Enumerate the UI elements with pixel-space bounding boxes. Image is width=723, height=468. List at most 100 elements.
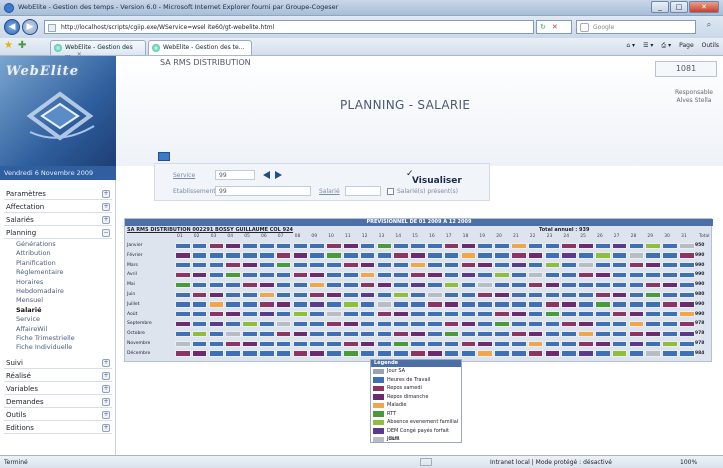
day-cell[interactable] [343, 320, 359, 328]
day-cell[interactable] [427, 252, 443, 259]
minimize-button[interactable]: _ [651, 1, 669, 13]
present-checkbox[interactable] [387, 188, 394, 195]
submenu-item[interactable]: Réglementaire [4, 268, 112, 277]
day-cell[interactable] [275, 311, 292, 318]
day-cell[interactable] [494, 350, 510, 357]
salarie-label[interactable]: Salarié [319, 188, 340, 195]
day-cell[interactable] [611, 252, 628, 259]
day-cell[interactable] [645, 301, 661, 308]
day-cell[interactable] [511, 350, 527, 357]
expand-toggle-icon[interactable]: + [102, 397, 110, 406]
day-cell[interactable] [527, 311, 544, 318]
day-cell[interactable] [242, 281, 258, 289]
day-cell[interactable] [326, 271, 342, 279]
day-cell[interactable] [645, 311, 661, 318]
day-cell[interactable] [460, 271, 477, 279]
zoom-level[interactable]: 100% [680, 459, 697, 466]
day-cell[interactable] [494, 271, 510, 279]
day-cell[interactable] [527, 271, 544, 279]
day-cell[interactable] [208, 350, 225, 357]
day-cell[interactable] [326, 340, 342, 347]
day-cell[interactable] [628, 242, 645, 249]
day-cell[interactable] [376, 340, 393, 347]
day-cell[interactable] [662, 281, 678, 289]
day-cell[interactable] [494, 311, 510, 318]
day-cell[interactable] [477, 271, 493, 279]
day-cell[interactable] [494, 320, 510, 328]
day-cell[interactable] [561, 271, 577, 279]
day-cell[interactable] [242, 330, 258, 338]
day-cell[interactable] [259, 350, 275, 357]
day-cell[interactable] [443, 340, 460, 347]
expand-toggle-icon[interactable]: + [102, 358, 110, 367]
day-cell[interactable] [292, 242, 309, 249]
day-cell[interactable] [410, 350, 426, 357]
day-cell[interactable] [628, 330, 645, 338]
search-icon[interactable]: ⌕ [700, 20, 718, 34]
day-cell[interactable] [527, 281, 544, 289]
day-cell[interactable] [326, 301, 342, 308]
close-window-button[interactable]: ✕ [689, 1, 719, 13]
menu-item[interactable]: Affectation + [4, 201, 112, 213]
refresh-stop-buttons[interactable]: ↻ ✕ [536, 20, 572, 34]
day-cell[interactable] [292, 340, 309, 347]
day-cell[interactable] [578, 242, 594, 249]
day-cell[interactable] [343, 340, 359, 347]
day-cell[interactable] [662, 262, 678, 269]
day-cell[interactable] [242, 340, 258, 347]
day-cell[interactable] [460, 242, 477, 249]
day-cell[interactable] [578, 340, 594, 347]
day-cell[interactable] [679, 340, 695, 347]
day-cell[interactable] [511, 281, 527, 289]
day-cell[interactable] [376, 311, 393, 318]
day-cell[interactable] [460, 281, 477, 289]
submenu-item[interactable]: Hebdomadaire [4, 287, 112, 296]
day-cell[interactable] [326, 330, 342, 338]
next-arrow-icon[interactable] [275, 171, 282, 179]
day-cell[interactable] [645, 320, 661, 328]
day-cell[interactable] [544, 281, 561, 289]
day-cell[interactable] [544, 291, 561, 298]
day-cell[interactable] [208, 271, 225, 279]
day-cell[interactable] [393, 311, 409, 318]
expand-toggle-icon[interactable]: + [102, 384, 110, 393]
day-cell[interactable] [275, 330, 292, 338]
day-cell[interactable] [242, 320, 258, 328]
day-cell[interactable] [225, 281, 241, 289]
day-cell[interactable] [175, 340, 191, 347]
day-cell[interactable] [359, 291, 376, 298]
day-cell[interactable] [326, 311, 342, 318]
day-cell[interactable] [578, 291, 594, 298]
day-cell[interactable] [225, 291, 241, 298]
day-cell[interactable] [628, 271, 645, 279]
day-cell[interactable] [326, 350, 342, 357]
day-cell[interactable] [494, 330, 510, 338]
day-cell[interactable] [611, 330, 628, 338]
day-cell[interactable] [595, 311, 611, 318]
day-cell[interactable] [376, 281, 393, 289]
day-cell[interactable] [477, 320, 493, 328]
day-cell[interactable] [460, 252, 477, 259]
day-cell[interactable] [393, 252, 409, 259]
day-cell[interactable] [410, 311, 426, 318]
day-cell[interactable] [477, 330, 493, 338]
day-cell[interactable] [309, 350, 325, 357]
day-cell[interactable] [628, 291, 645, 298]
day-cell[interactable] [191, 301, 208, 308]
day-cell[interactable] [578, 262, 594, 269]
day-cell[interactable] [208, 311, 225, 318]
day-cell[interactable] [595, 281, 611, 289]
day-cell[interactable] [511, 340, 527, 347]
day-cell[interactable] [628, 350, 645, 357]
day-cell[interactable] [309, 330, 325, 338]
day-cell[interactable] [393, 301, 409, 308]
day-cell[interactable] [427, 301, 443, 308]
maximize-button[interactable]: □ [670, 1, 688, 13]
day-cell[interactable] [628, 262, 645, 269]
day-cell[interactable] [259, 301, 275, 308]
day-cell[interactable] [242, 350, 258, 357]
day-cell[interactable] [679, 291, 695, 298]
day-cell[interactable] [292, 271, 309, 279]
day-cell[interactable] [662, 340, 678, 347]
day-cell[interactable] [393, 242, 409, 249]
